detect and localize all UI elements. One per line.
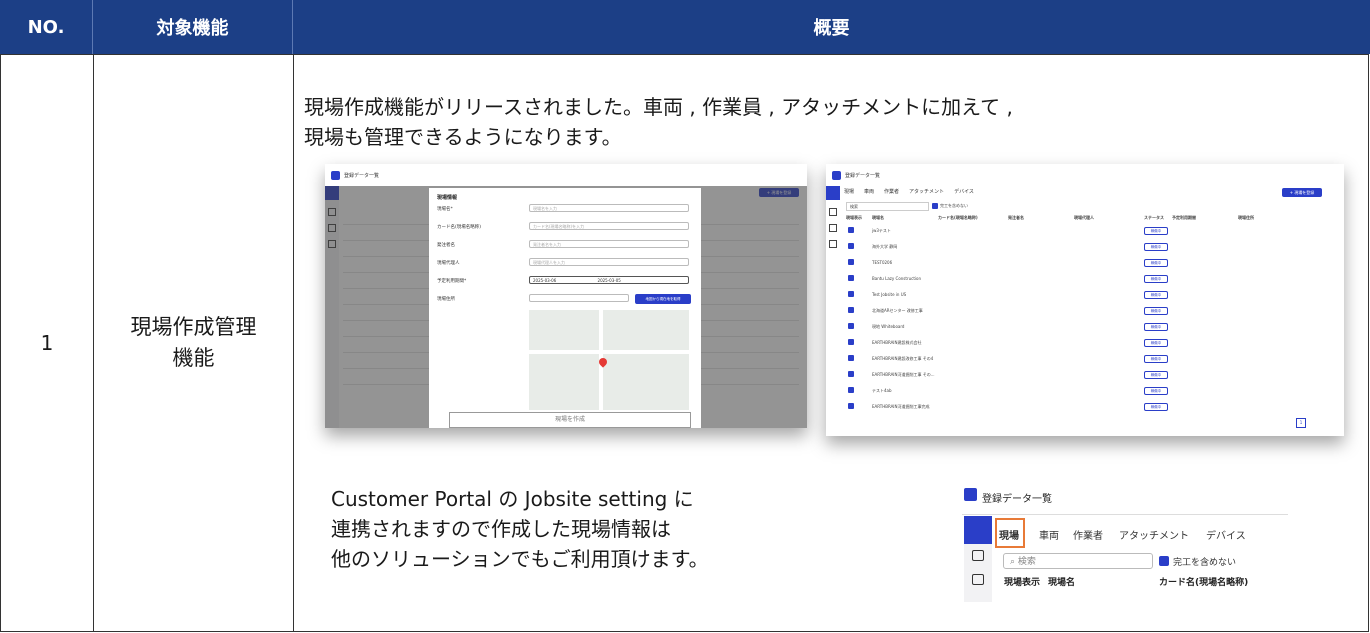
get-location-button: 地図から現在地を取得 [635, 294, 691, 304]
edit-icon [972, 550, 984, 561]
tab-worker: 作業者 [1073, 531, 1103, 542]
search-input: ⌕ 検索 [1003, 553, 1153, 569]
summary-note-line1: Customer Portal の Jobsite setting に [331, 487, 694, 511]
app-logo-icon [832, 170, 841, 180]
col-header: 発注者名 [1008, 215, 1024, 220]
function-cell: 現場作成管理 機能 [93, 54, 294, 632]
app-logo-icon [964, 488, 977, 501]
app-title-bar: 登録データ一覧 [826, 164, 1344, 186]
col-header: 予定利用期間 [1172, 215, 1196, 220]
tab-site: 現場 [999, 531, 1019, 542]
summary-table: NO. 対象機能 概要 1 現場作成管理 機能 現場作成機能がリリースされました… [0, 0, 1370, 633]
client-input: 発注者名を入力 [529, 240, 689, 248]
map-preview [529, 310, 689, 410]
field-label: 予定利用期間* [437, 279, 467, 284]
map-road [529, 350, 689, 354]
header-no: NO. [0, 0, 93, 54]
screenshot-site-list: 登録データ一覧 現場 車両 作業者 アタッチメント デバイス + 現場を登録 検… [826, 164, 1344, 436]
col-header-name: 現場名 [1048, 578, 1076, 588]
col-header: ステータス [1144, 215, 1164, 220]
summary-intro-line1: 現場作成機能がリリースされました。車両 , 作業員 , アタッチメントに加えて … [304, 95, 1013, 119]
address-input [529, 294, 629, 302]
tab-vehicle: 車両 [864, 189, 875, 195]
calendar-icon [829, 224, 837, 232]
agent-input: 現場代理人を入力 [529, 258, 689, 266]
tab-vehicle: 車両 [1039, 531, 1059, 542]
field-label: 発注者名 [437, 243, 455, 248]
truck-icon [826, 186, 840, 200]
function-name-line1: 現場作成管理 [130, 315, 257, 339]
zoomed-tab-crop: 登録データ一覧 現場 車両 作業者 アタッチメント デバイス ⌕ 検索 完工を含… [962, 482, 1288, 602]
search-icon: ⌕ [1010, 557, 1018, 567]
site-name-input: 現場名を入力 [529, 204, 689, 212]
col-header: 現場表示 [846, 215, 862, 220]
app-logo-icon [331, 170, 340, 180]
field-label: 現場代理人 [437, 261, 460, 266]
col-header: 現場代理人 [1074, 215, 1094, 220]
tab-attachment: アタッチメント [1119, 531, 1189, 542]
exclude-completed-label: 完工を含めない [940, 203, 968, 208]
tab-attachment: アタッチメント [909, 189, 945, 195]
tab-worker: 作業者 [884, 189, 900, 195]
col-header: 現場住所 [1238, 215, 1254, 220]
summary-note-line2: 連携されますので作成した現場情報は [331, 517, 671, 541]
summary-note-line3: 他のソリューションでもご利用頂けます。 [331, 547, 709, 571]
side-rail [826, 186, 840, 436]
search-input: 検索 [846, 202, 929, 211]
divider [962, 514, 1288, 515]
modal-title: 現場情報 [437, 195, 458, 201]
row-number: 1 [40, 331, 54, 355]
edit-icon [829, 208, 837, 216]
field-label: 現場名* [437, 207, 453, 212]
summary-intro-line2: 現場も管理できるようになります。 [304, 125, 622, 149]
tab-device: デバイス [1206, 531, 1246, 542]
screenshot-create-modal: 登録データ一覧 + 現場を登録 現場情報 現場名* 現場名を入力 カード名(現場… [325, 164, 807, 428]
field-label: 現場住所 [437, 297, 455, 302]
book-icon [829, 240, 837, 248]
app-title: 登録データ一覧 [344, 172, 380, 179]
function-name-line2: 機能 [172, 346, 215, 370]
pagination-page: 1 [1296, 418, 1306, 428]
exclude-completed-checkbox [932, 203, 938, 209]
calendar-icon [972, 574, 984, 585]
summary-intro: 現場作成機能がリリースされました。車両 , 作業員 , アタッチメントに加えて … [304, 92, 1013, 152]
row-number-cell: 1 [0, 54, 94, 632]
exclude-completed-checkbox [1159, 556, 1169, 566]
add-site-button: + 現場を登録 [1282, 188, 1322, 197]
col-header: カード名(現場名略称) [938, 215, 978, 220]
date-to: 2025-03-05 [597, 278, 621, 283]
col-header: 現場名 [872, 215, 884, 220]
summary-note: Customer Portal の Jobsite setting に 連携され… [331, 484, 709, 574]
truck-icon [964, 516, 992, 544]
tab-bar: 現場 車両 作業者 アタッチメント デバイス [844, 188, 974, 195]
tab-site: 現場 [844, 189, 855, 195]
date-from: 2025-03-06 [533, 278, 557, 283]
date-range-input: 2025-03-06 2025-03-05 [529, 276, 689, 284]
header-function: 対象機能 [93, 0, 293, 54]
exclude-completed-label: 完工を含めない [1173, 558, 1237, 568]
app-title: 登録データ一覧 [845, 172, 881, 179]
site-info-modal: 現場情報 現場名* 現場名を入力 カード名(現場名略称) カード名(現場名略称)… [429, 188, 701, 428]
col-header-card: カード名(現場名略称) [1159, 578, 1249, 588]
field-label: カード名(現場名略称) [437, 225, 482, 230]
app-title: 登録データ一覧 [982, 494, 1052, 505]
app-title-bar: 登録データ一覧 [325, 164, 807, 186]
create-site-button: 現場を作成 [449, 412, 691, 428]
card-name-input: カード名(現場名略称)を入力 [529, 222, 689, 230]
header-summary: 概要 [293, 0, 1370, 54]
col-header-display: 現場表示 [1004, 578, 1041, 588]
tab-device: デバイス [954, 189, 974, 195]
